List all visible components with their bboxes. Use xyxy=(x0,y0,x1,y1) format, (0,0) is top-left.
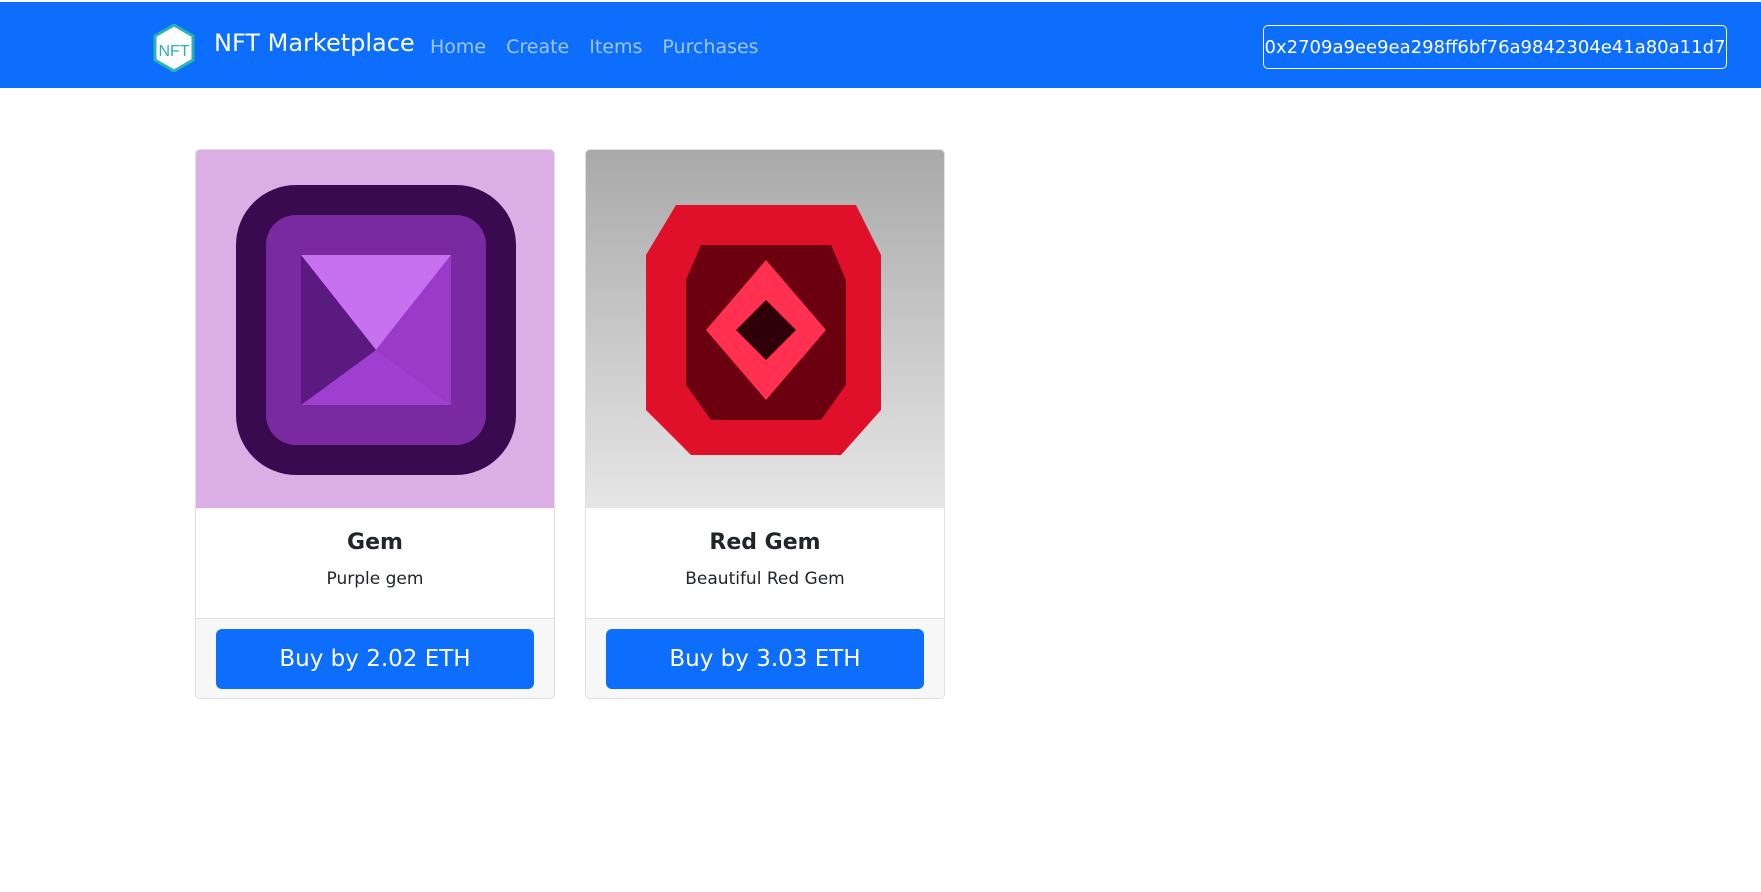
svg-text:NFT: NFT xyxy=(158,43,189,60)
nft-title: Red Gem xyxy=(709,530,821,555)
nft-image-red-gem xyxy=(586,150,944,508)
nft-description: Purple gem xyxy=(326,569,424,589)
wallet-address-button[interactable]: 0x2709a9ee9ea298ff6bf76a9842304e41a80a11… xyxy=(1263,25,1727,69)
nav-link-items[interactable]: Items xyxy=(589,36,642,58)
buy-button[interactable]: Buy by 3.03 ETH xyxy=(606,629,924,689)
brand-title[interactable]: NFT Marketplace xyxy=(214,29,415,57)
nav-link-purchases[interactable]: Purchases xyxy=(662,36,758,58)
nft-title: Gem xyxy=(347,530,403,555)
buy-button[interactable]: Buy by 2.02 ETH xyxy=(216,629,534,689)
navbar: NFT NFT Marketplace Home Create Items Pu… xyxy=(0,2,1761,88)
nav-links: Home Create Items Purchases xyxy=(430,36,759,58)
nft-description: Beautiful Red Gem xyxy=(685,569,845,589)
nft-logo-icon[interactable]: NFT xyxy=(153,24,195,72)
nft-card: Red Gem Beautiful Red Gem Buy by 3.03 ET… xyxy=(585,149,945,699)
nft-image-purple-gem xyxy=(196,150,554,508)
nav-link-home[interactable]: Home xyxy=(430,36,486,58)
nav-link-create[interactable]: Create xyxy=(506,36,569,58)
nft-card: Gem Purple gem Buy by 2.02 ETH xyxy=(195,149,555,699)
